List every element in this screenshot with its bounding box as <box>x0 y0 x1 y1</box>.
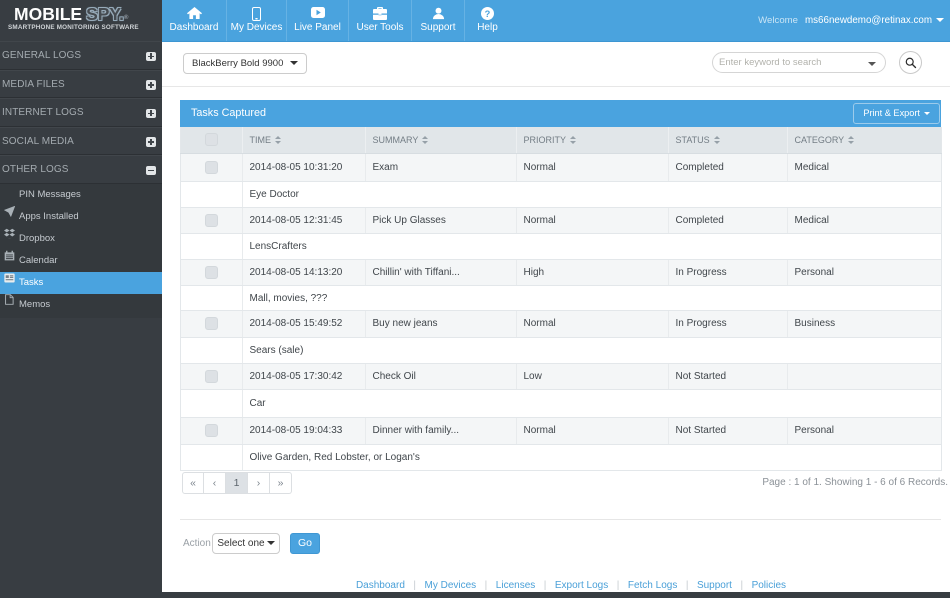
svg-text:?: ? <box>485 9 491 19</box>
